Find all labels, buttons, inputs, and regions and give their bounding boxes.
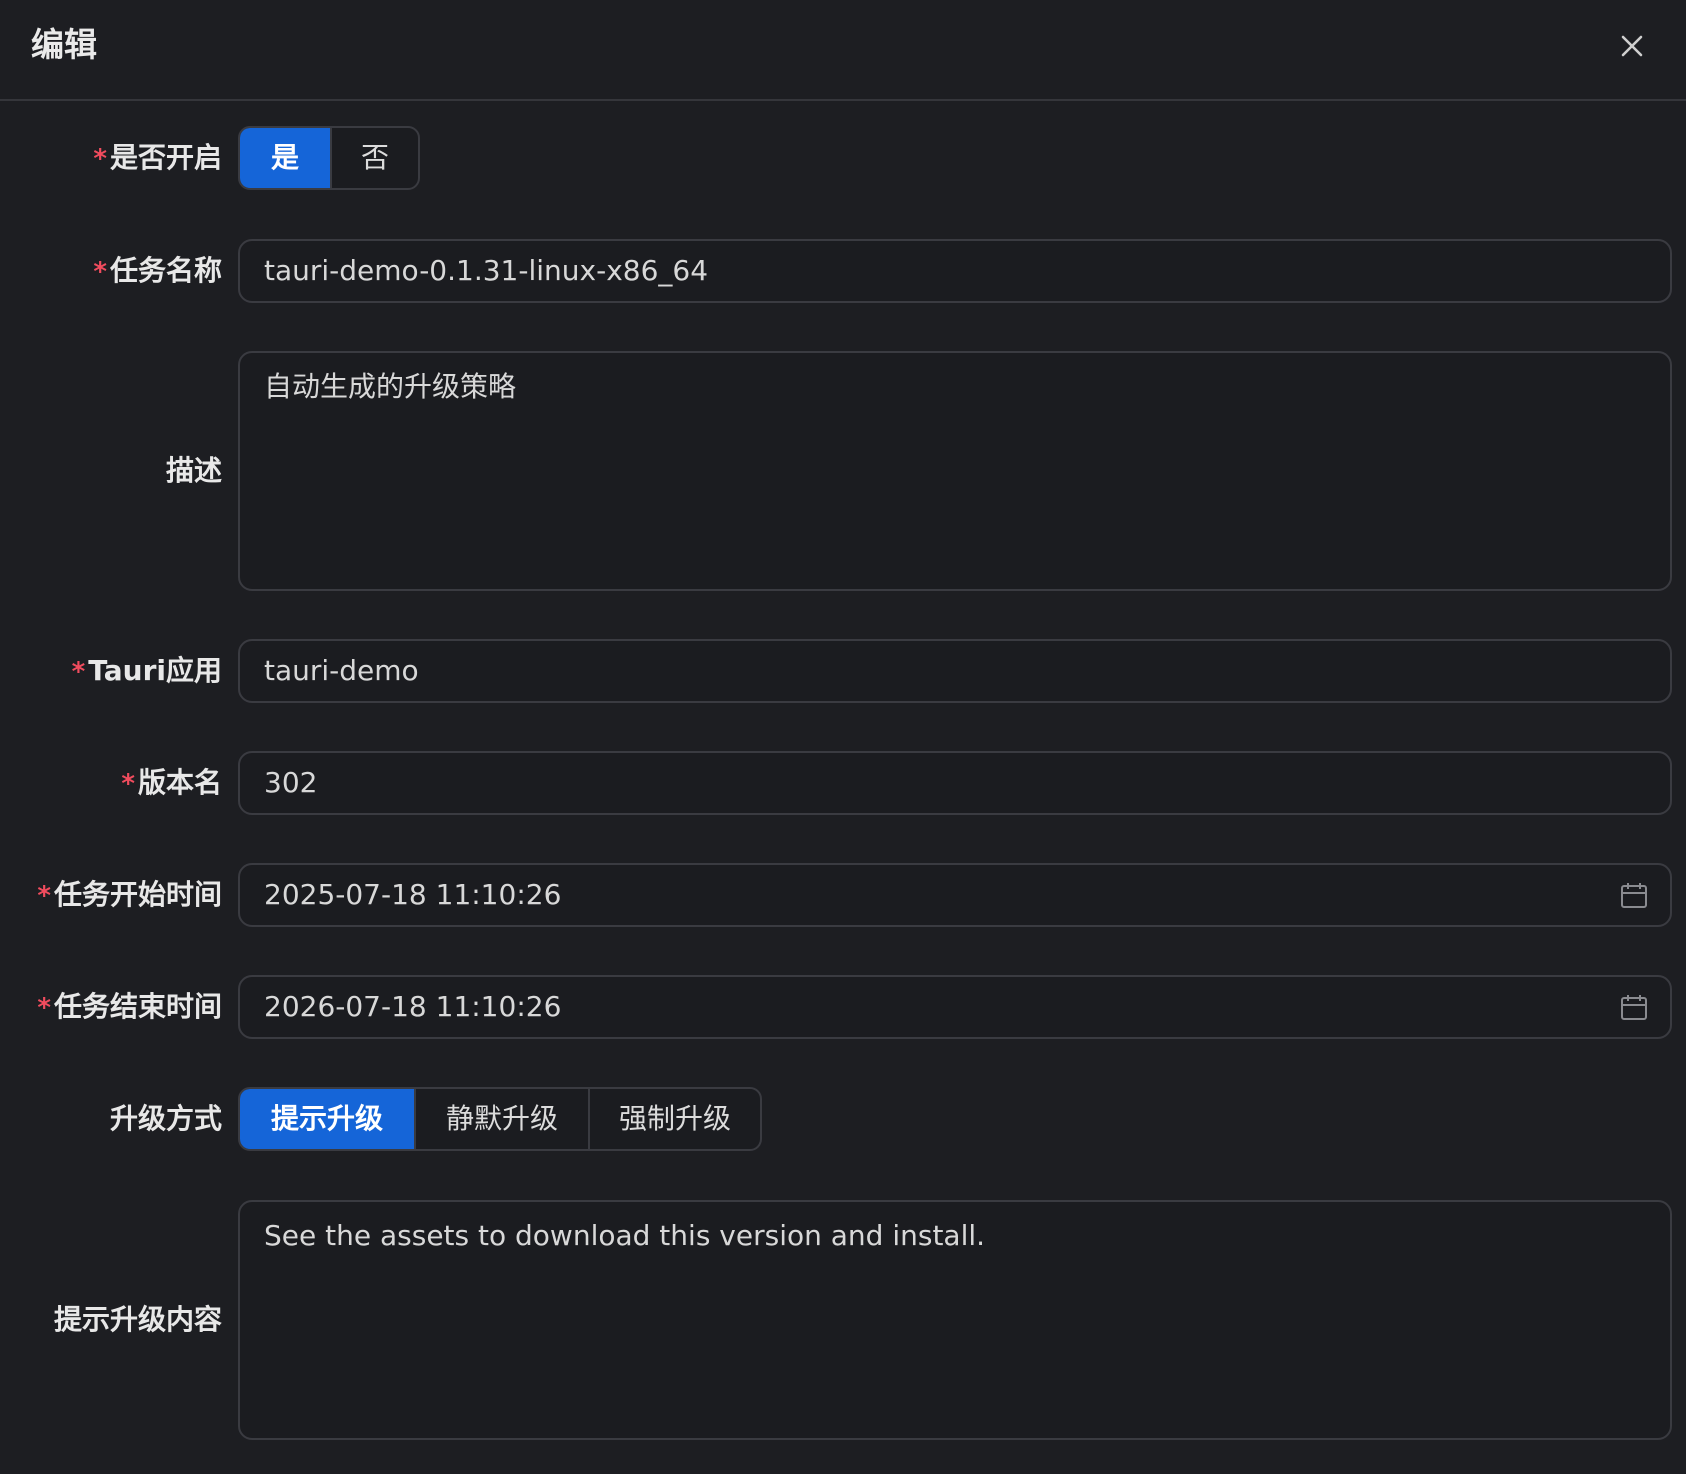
required-mark: * xyxy=(93,257,107,287)
dialog-header: 编辑 xyxy=(0,0,1686,101)
enabled-option-yes[interactable]: 是 xyxy=(240,128,330,188)
version-name-input[interactable]: 302 xyxy=(238,751,1672,815)
upgrade-mode-label: 升级方式 xyxy=(109,1102,222,1135)
calendar-icon[interactable] xyxy=(1620,994,1648,1022)
upgrade-mode-option-force[interactable]: 强制升级 xyxy=(588,1089,760,1149)
upgrade-prompt-label: 提示升级内容 xyxy=(53,1303,222,1336)
close-button[interactable] xyxy=(1612,26,1652,66)
required-mark: * xyxy=(93,144,107,174)
enabled-option-no[interactable]: 否 xyxy=(330,128,418,188)
task-name-input[interactable]: tauri-demo-0.1.31-linux-x86_64 xyxy=(238,239,1672,303)
description-textarea[interactable]: 自动生成的升级策略 xyxy=(238,351,1672,591)
required-mark: * xyxy=(71,657,86,687)
upgrade-mode-option-prompt[interactable]: 提示升级 xyxy=(240,1089,414,1149)
end-time-picker[interactable]: 2026-07-18 11:10:26 xyxy=(238,975,1672,1039)
upgrade-prompt-textarea[interactable]: See the assets to download this version … xyxy=(238,1200,1672,1440)
dialog-title: 编辑 xyxy=(31,25,97,64)
start-time-picker[interactable]: 2025-07-18 11:10:26 xyxy=(238,863,1672,927)
required-mark: * xyxy=(121,769,135,799)
enabled-label: * 是否开启 xyxy=(93,141,222,174)
task-name-label: * 任务名称 xyxy=(93,254,222,287)
calendar-icon[interactable] xyxy=(1620,882,1648,910)
version-name-label: * 版本名 xyxy=(121,766,222,799)
enabled-segmented-control: 是 否 xyxy=(238,126,420,190)
edit-dialog: 编辑 * 是否开启 是 否 * 任务名称 tauri-demo-0.1.31-lin… xyxy=(0,0,1686,1474)
required-mark: * xyxy=(37,881,51,911)
tauri-app-label: * Tauri应用 xyxy=(71,654,222,687)
close-icon xyxy=(1621,35,1643,57)
upgrade-mode-segmented-control: 提示升级 静默升级 强制升级 xyxy=(238,1087,762,1151)
upgrade-mode-option-silent[interactable]: 静默升级 xyxy=(414,1089,588,1149)
end-time-label: * 任务结束时间 xyxy=(37,990,222,1023)
start-time-label: * 任务开始时间 xyxy=(37,878,222,911)
description-label: 描述 xyxy=(165,454,222,487)
start-time-value: 2025-07-18 11:10:26 xyxy=(264,878,562,911)
end-time-value: 2026-07-18 11:10:26 xyxy=(264,990,562,1023)
tauri-app-select[interactable]: tauri-demo xyxy=(238,639,1672,703)
required-mark: * xyxy=(37,993,51,1023)
